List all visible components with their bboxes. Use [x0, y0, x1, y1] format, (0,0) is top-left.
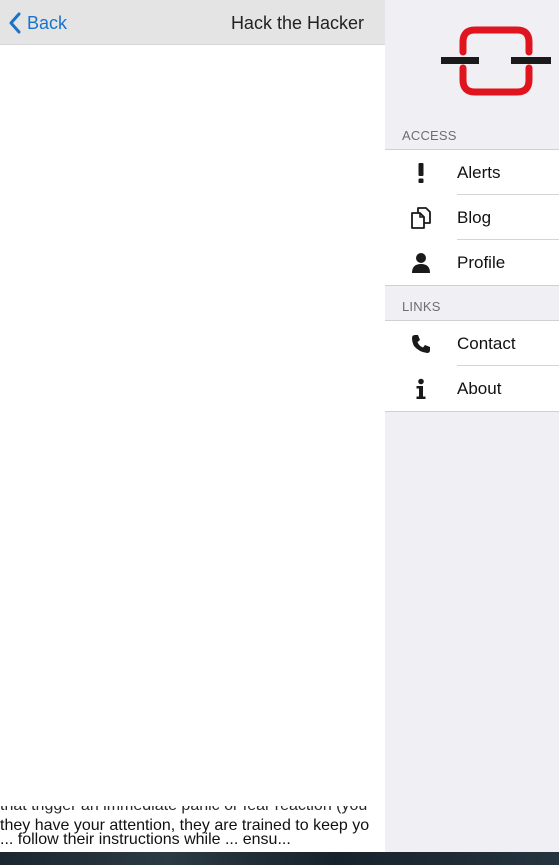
menu-item-label: Alerts	[457, 163, 501, 182]
article-content[interactable]	[0, 45, 385, 865]
menu-item-about[interactable]: About	[385, 366, 559, 411]
hack-the-hacker-logo	[441, 26, 551, 96]
article-line: that trigger an immediate panic or fear …	[0, 806, 385, 816]
access-group: Alerts Blog Profile	[385, 149, 559, 286]
main-panel: Back Hack the Hacker that trigger an imm…	[0, 0, 385, 865]
phone-icon	[408, 321, 434, 366]
user-icon	[408, 240, 434, 285]
exclamation-icon	[408, 150, 434, 195]
bottom-strip	[0, 852, 559, 865]
page-title: Hack the Hacker	[230, 13, 364, 33]
menu-item-contact[interactable]: Contact	[385, 321, 559, 366]
section-header-links: LINKS	[402, 299, 441, 314]
menu-item-blog[interactable]: Blog	[385, 195, 559, 240]
menu-item-label: Blog	[457, 208, 492, 227]
menu-item-label: About	[457, 379, 502, 398]
menu-item-profile[interactable]: Profile	[385, 240, 559, 285]
menu-item-alerts[interactable]: Alerts	[385, 150, 559, 195]
links-group: Contact About	[385, 320, 559, 412]
menu-item-label: Contact	[457, 334, 516, 353]
navigation-bar: Back Hack the Hacker	[0, 0, 385, 45]
documents-icon	[408, 195, 434, 240]
side-menu: ACCESS Alerts Blog Profile LINKS Contact…	[385, 0, 559, 852]
section-header-access: ACCESS	[402, 128, 457, 143]
article-text: that trigger an immediate panic or fear …	[0, 806, 385, 856]
chevron-left-icon	[9, 12, 21, 34]
menu-item-label: Profile	[457, 253, 506, 272]
info-icon	[408, 366, 434, 411]
back-label: Back	[27, 13, 68, 33]
back-button[interactable]: Back	[8, 10, 67, 36]
